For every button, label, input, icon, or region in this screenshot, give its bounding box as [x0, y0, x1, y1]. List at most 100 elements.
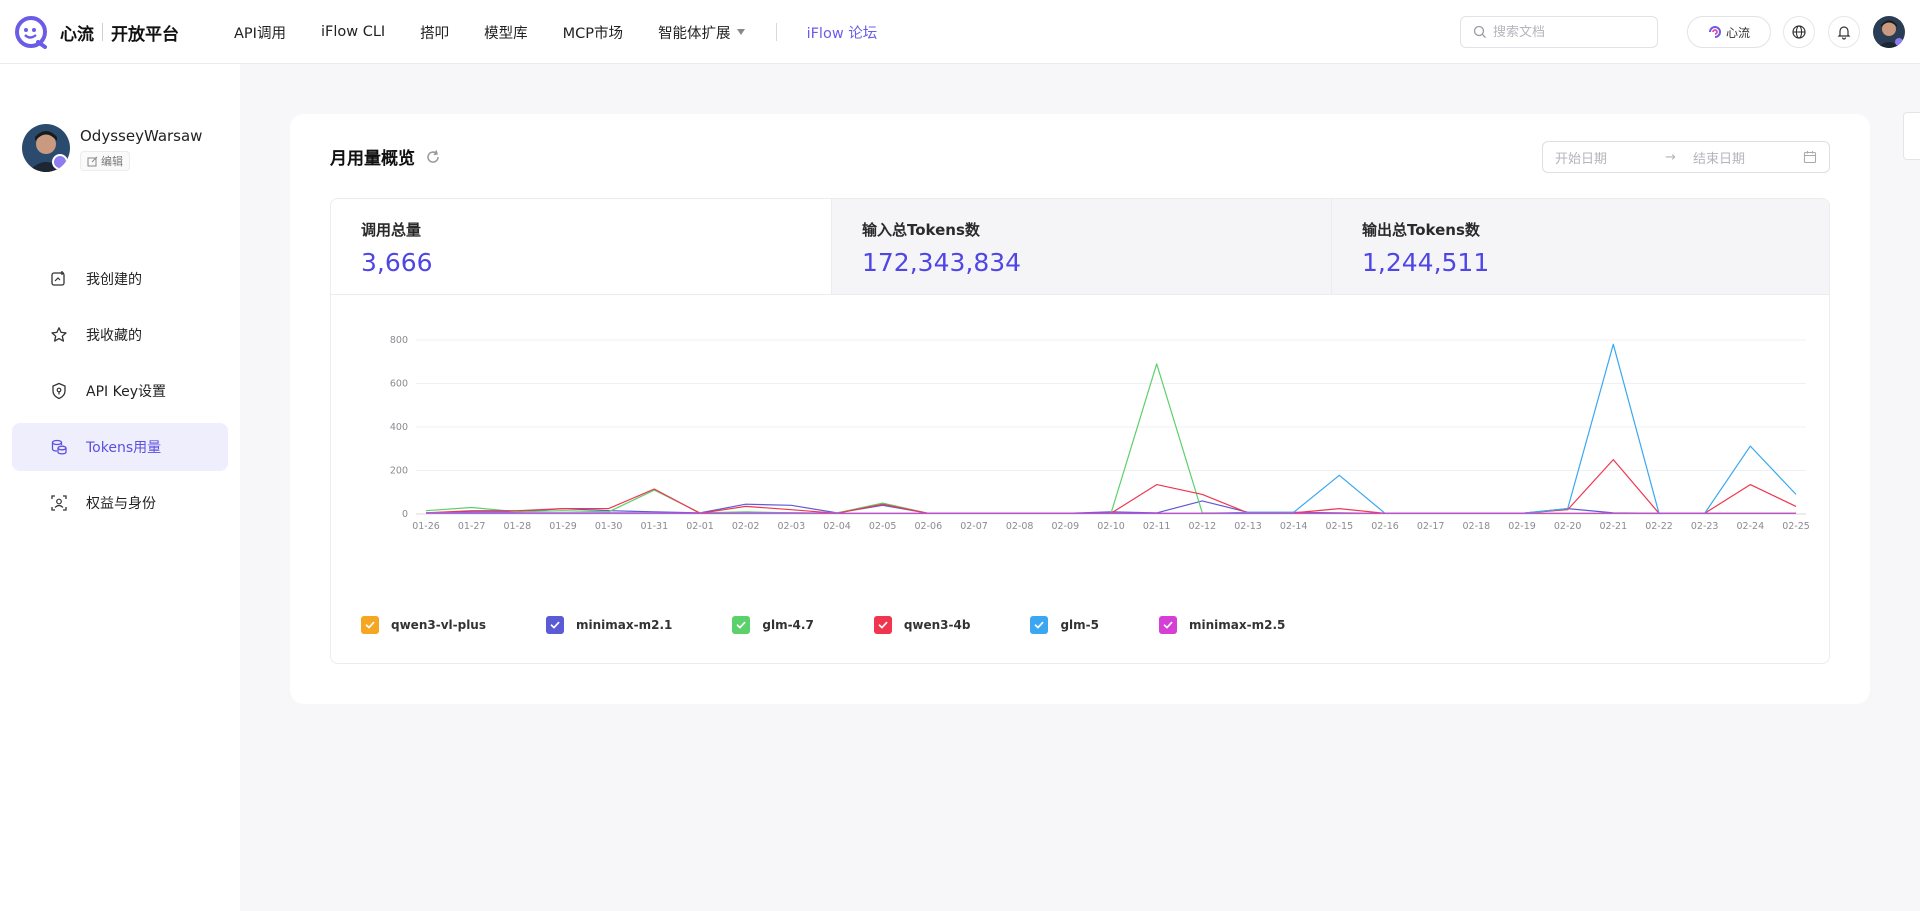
nav-agent-extensions-label: 智能体扩展	[658, 25, 731, 42]
sidebar-item-favorites[interactable]: 我收藏的	[12, 311, 228, 359]
legend-item-qwen3-4b[interactable]: qwen3-4b	[873, 616, 970, 634]
x-tick-label: 02-23	[1691, 521, 1719, 532]
top-navbar: 心流 开放平台 API调用 iFlow CLI 搭叩 模型库 MCP市场 智能体…	[0, 0, 1920, 64]
x-tick-label: 02-04	[823, 521, 851, 532]
legend-item-minimax-m2.5[interactable]: minimax-m2.5	[1159, 616, 1285, 634]
side-drawer-handle[interactable]	[1903, 112, 1920, 160]
x-tick-label: 02-07	[960, 521, 988, 532]
x-tick-label: 02-19	[1508, 521, 1536, 532]
bell-icon	[1837, 26, 1851, 40]
legend-label: minimax-m2.5	[1189, 618, 1286, 632]
x-tick-label: 02-16	[1371, 521, 1399, 532]
user-profile: OdysseyWarsaw 编辑	[22, 124, 202, 172]
legend-item-qwen3-vl-plus[interactable]: qwen3-vl-plus	[361, 616, 486, 634]
x-tick-label: 02-22	[1645, 521, 1673, 532]
nav-divider	[775, 23, 777, 41]
edit-icon	[87, 156, 98, 166]
series-line-qwen3-4b	[425, 459, 1797, 514]
xinliu-logo-icon	[15, 16, 47, 49]
x-tick-label: 01-31	[641, 521, 669, 532]
avatar-image-icon	[1873, 16, 1905, 48]
sidebar-item-api-key[interactable]: API Key设置	[12, 367, 228, 415]
nav-item-dakou[interactable]: 搭叩	[420, 22, 449, 43]
nav-item-forum[interactable]: iFlow 论坛	[807, 22, 878, 43]
edit-profile-button[interactable]: 编辑	[80, 151, 130, 171]
checkbox-icon[interactable]	[361, 616, 379, 634]
nav-item-model-library[interactable]: 模型库	[484, 22, 528, 43]
coins-icon	[51, 439, 67, 455]
search-box[interactable]	[1460, 16, 1658, 48]
stats-row: 调用总量 3,666 输入总Tokens数 172,343,834 输出总Tok…	[331, 199, 1829, 295]
nav-item-mcp-market[interactable]: MCP市场	[563, 22, 623, 43]
stat-label: 调用总量	[361, 221, 422, 239]
checkbox-icon[interactable]	[873, 616, 892, 634]
logo-divider	[102, 23, 103, 41]
x-tick-label: 02-02	[732, 521, 760, 532]
sidebar-item-created[interactable]: 我创建的	[12, 255, 228, 303]
sidebar-item-label: 我创建的	[86, 272, 142, 288]
nav-item-iflow-cli[interactable]: iFlow CLI	[321, 24, 385, 40]
sidebar-item-label: Tokens用量	[86, 440, 162, 456]
start-date-field[interactable]: 开始日期	[1555, 148, 1665, 167]
x-tick-label: 01-30	[595, 521, 623, 532]
verified-badge-icon	[52, 154, 68, 170]
xinliu-button[interactable]: 心流	[1687, 16, 1771, 48]
x-tick-label: 02-03	[778, 521, 806, 532]
x-tick-label: 02-14	[1280, 521, 1308, 532]
main-nav: API调用 iFlow CLI 搭叩 模型库 MCP市场 智能体扩展 iFlow…	[234, 0, 912, 64]
stat-input-tokens[interactable]: 输入总Tokens数 172,343,834	[831, 199, 1331, 295]
logo[interactable]: 心流 开放平台	[14, 15, 179, 49]
x-tick-label: 02-13	[1234, 521, 1262, 532]
date-range-arrow: →	[1665, 149, 1676, 165]
x-tick-label: 02-18	[1463, 521, 1491, 532]
sidebar-item-label: 权益与身份	[86, 496, 156, 512]
date-range-picker[interactable]: 开始日期 → 结束日期	[1542, 141, 1830, 173]
x-tick-label: 01-26	[412, 521, 440, 532]
language-button[interactable]	[1783, 16, 1815, 48]
created-icon	[51, 271, 65, 286]
nav-item-agent-extensions[interactable]: 智能体扩展	[658, 22, 745, 43]
top-avatar[interactable]	[1873, 16, 1905, 48]
x-tick-label: 02-10	[1097, 521, 1125, 532]
series-line-glm-4.7	[425, 363, 1796, 514]
avatar[interactable]	[22, 124, 70, 172]
x-tick-label: 02-17	[1417, 521, 1445, 532]
sidebar-menu: 我创建的 我收藏的 API Key设置 Tokens用量 权益与身份	[12, 255, 228, 535]
card-title: 月用量概览	[330, 144, 441, 169]
search-input[interactable]	[1493, 24, 1643, 40]
legend-item-glm-5[interactable]: glm-5	[1030, 616, 1099, 634]
series-line-glm-5	[426, 343, 1797, 514]
x-tick-label: 01-29	[549, 521, 577, 532]
y-tick-label: 800	[390, 335, 408, 346]
checkbox-icon[interactable]	[732, 616, 751, 634]
legend-label: glm-5	[1060, 618, 1099, 632]
xinliu-button-label: 心流	[1725, 25, 1750, 40]
brand-name: 心流	[60, 24, 94, 45]
notifications-button[interactable]	[1828, 16, 1860, 48]
legend-item-minimax-m2.1[interactable]: minimax-m2.1	[546, 616, 672, 634]
sidebar-item-identity[interactable]: 权益与身份	[12, 479, 228, 527]
refresh-icon[interactable]	[425, 149, 441, 165]
sidebar: OdysseyWarsaw 编辑 我创建的 我收藏的 API Key设置 Tok…	[0, 64, 240, 911]
x-tick-label: 02-06	[915, 521, 943, 532]
globe-icon	[1792, 25, 1806, 39]
checkbox-icon[interactable]	[1159, 616, 1177, 634]
x-tick-label: 02-01	[686, 521, 714, 532]
chart-legend: qwen3-vl-plus minimax-m2.1 glm-4.7 qwen3-4b…	[361, 616, 1345, 634]
x-tick-label: 01-28	[504, 521, 532, 532]
checkbox-icon[interactable]	[546, 616, 564, 634]
end-date-field[interactable]: 结束日期	[1693, 148, 1803, 167]
x-tick-label: 02-08	[1006, 521, 1034, 532]
legend-label: glm-4.7	[762, 618, 814, 632]
checkbox-icon[interactable]	[1030, 616, 1049, 634]
sidebar-item-label: 我收藏的	[86, 328, 142, 344]
legend-item-glm-4.7[interactable]: glm-4.7	[732, 616, 814, 634]
sidebar-item-tokens-usage[interactable]: Tokens用量	[12, 423, 228, 471]
legend-label: qwen3-vl-plus	[391, 618, 486, 632]
brand-product: 开放平台	[111, 24, 179, 45]
card-title-text: 月用量概览	[330, 149, 415, 169]
x-tick-label: 02-12	[1189, 521, 1217, 532]
stat-total-calls[interactable]: 调用总量 3,666	[331, 199, 831, 295]
nav-item-api[interactable]: API调用	[234, 22, 286, 43]
stat-output-tokens[interactable]: 输出总Tokens数 1,244,511	[1331, 199, 1829, 295]
